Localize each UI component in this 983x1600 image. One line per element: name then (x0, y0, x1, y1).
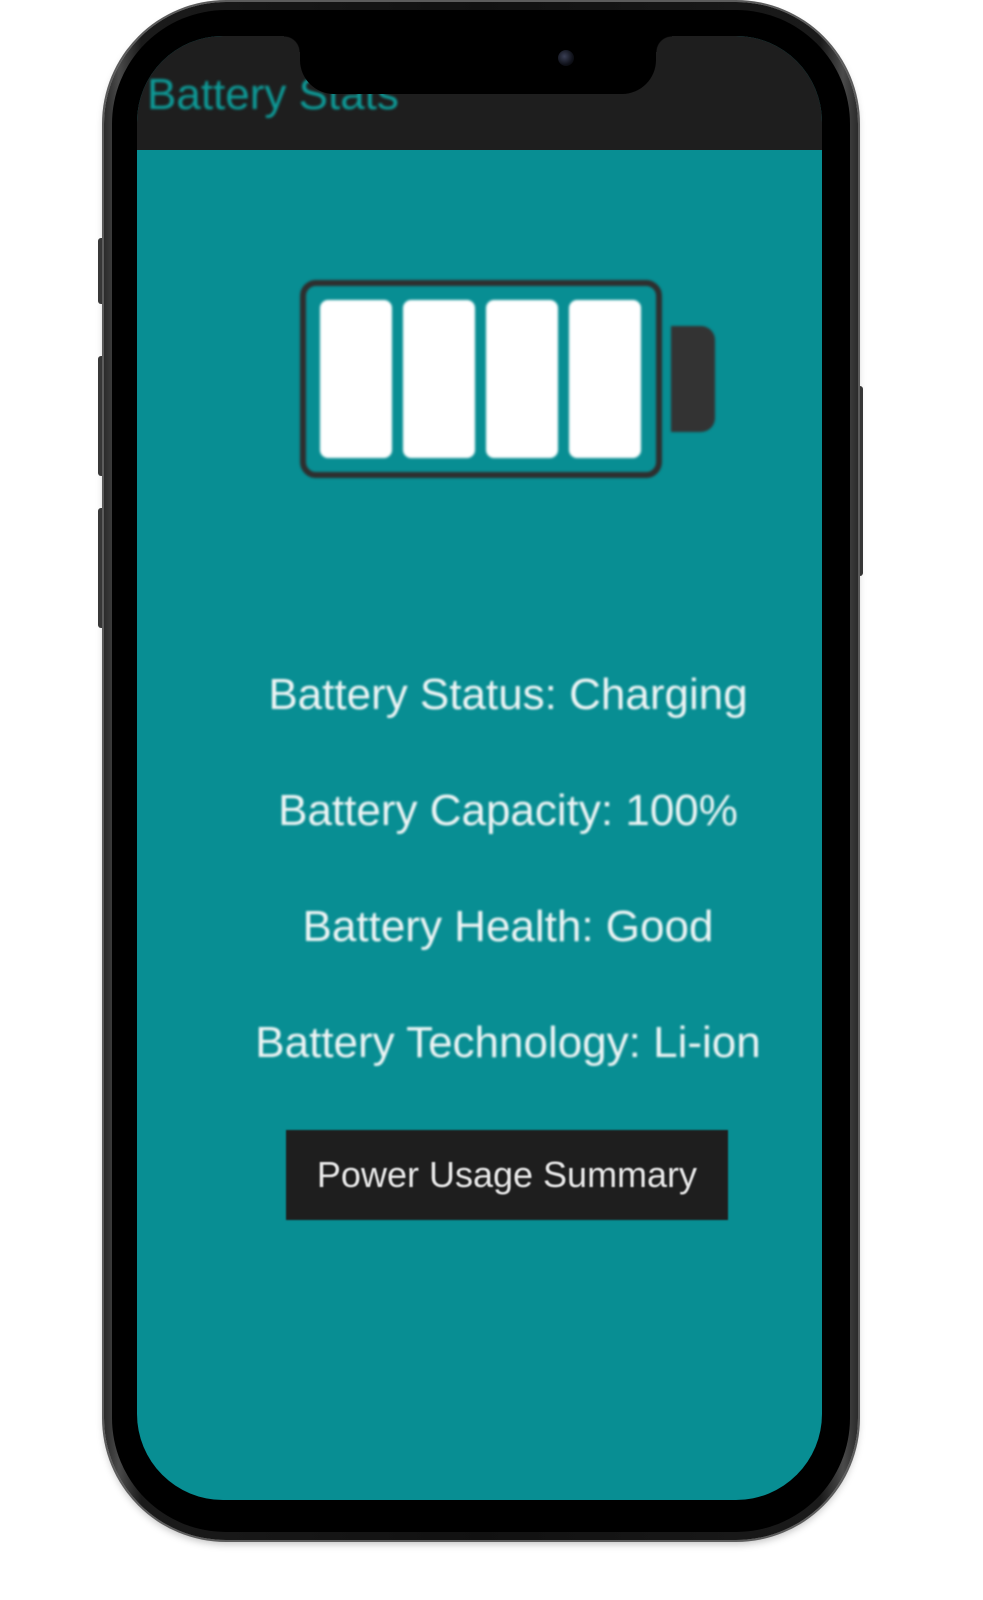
camera-notch (284, 36, 672, 94)
battery-terminal (671, 326, 715, 432)
app-screen: Battery Stats (137, 36, 822, 1500)
battery-health-text: Battery Health: Good (302, 902, 714, 951)
battery-body (300, 280, 662, 478)
battery-cell (569, 300, 641, 458)
battery-cell (486, 300, 558, 458)
device-mockup: Battery Stats Battery Status: Charging B… (0, 0, 983, 1600)
battery-technology-text: Battery Technology: Li-ion (255, 1018, 761, 1067)
battery-cell (403, 300, 475, 458)
battery-capacity-text: Battery Capacity: 100% (278, 786, 738, 835)
battery-full-icon (300, 280, 662, 478)
power-usage-summary-button[interactable]: Power Usage Summary (286, 1130, 728, 1220)
battery-status-text: Battery Status: Charging (268, 670, 748, 719)
front-camera-icon (558, 50, 574, 66)
battery-cell (320, 300, 392, 458)
